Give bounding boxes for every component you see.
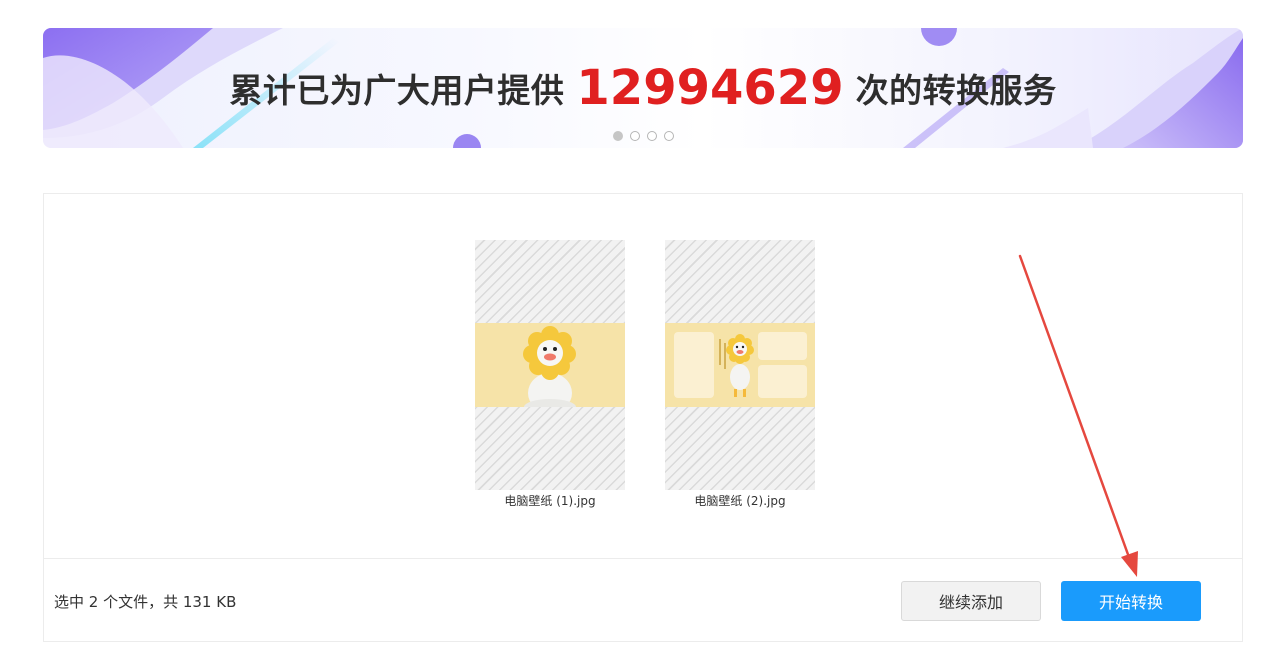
file-card[interactable]: 电脑壁纸 (2).jpg (665, 240, 815, 509)
banner-count: 12994629 (576, 60, 844, 116)
image-preview (665, 323, 815, 407)
action-bar: 选中 2 个文件，共 131 KB 继续添加 开始转换 (44, 559, 1242, 641)
file-list: 电脑壁纸 (1).jpg 电脑壁纸 (2).jpg (44, 194, 1242, 559)
file-thumbnail (665, 240, 815, 490)
selection-summary: 选中 2 个文件，共 131 KB (54, 593, 237, 611)
file-card[interactable]: 电脑壁纸 (1).jpg (475, 240, 625, 509)
file-thumbnail (475, 240, 625, 490)
banner-prefix: 累计已为广大用户提供 (229, 71, 565, 110)
file-name: 电脑壁纸 (1).jpg (504, 494, 596, 508)
image-preview (475, 323, 625, 415)
start-conversion-button[interactable]: 开始转换 (1061, 581, 1201, 621)
carousel-dot[interactable] (646, 131, 657, 141)
carousel-dot[interactable] (629, 131, 640, 141)
page-root: 累计已为广大用户提供 12994629 次的转换服务 电脑壁纸 (1).jpg … (0, 0, 1263, 657)
add-more-button[interactable]: 继续添加 (901, 581, 1041, 621)
carousel-dots (43, 131, 1243, 141)
carousel-dot[interactable] (663, 131, 674, 141)
promo-banner[interactable]: 累计已为广大用户提供 12994629 次的转换服务 (43, 28, 1243, 148)
carousel-dot[interactable] (612, 131, 623, 141)
file-name: 电脑壁纸 (2).jpg (694, 494, 786, 508)
banner-suffix: 次的转换服务 (855, 71, 1057, 110)
banner-headline: 累计已为广大用户提供 12994629 次的转换服务 (43, 58, 1243, 118)
conversion-panel: 电脑壁纸 (1).jpg 电脑壁纸 (2).jpg 选中 2 个文件，共 131… (43, 193, 1243, 642)
